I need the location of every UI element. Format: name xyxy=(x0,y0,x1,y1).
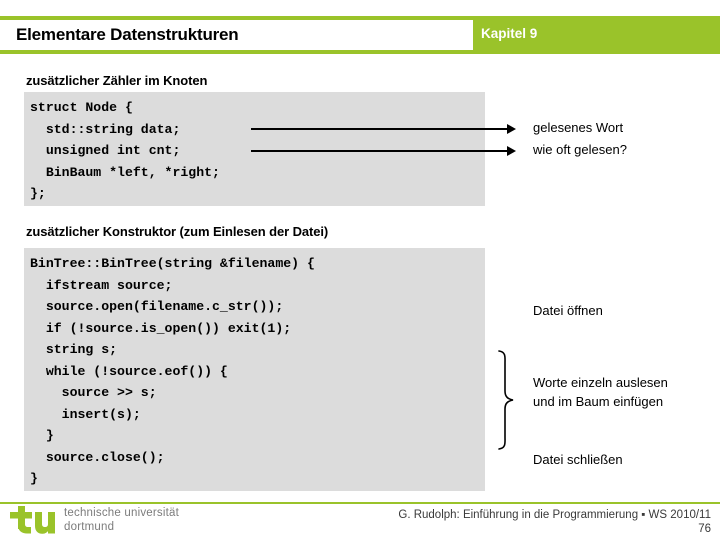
arrow-head-data-icon xyxy=(507,124,516,134)
annotation-datei-oeffnen: Datei öffnen xyxy=(533,303,603,318)
page-number: 76 xyxy=(698,523,711,535)
tu-dortmund-logo: technische universität dortmund xyxy=(8,506,208,536)
section-heading-constructor: zusätzlicher Konstruktor (zum Einlesen d… xyxy=(26,224,329,239)
footer-divider xyxy=(0,502,720,504)
tu-logo-wordmark: technische universität dortmund xyxy=(64,507,179,533)
arrow-head-cnt-icon xyxy=(507,146,516,156)
tu-logo-mark-icon xyxy=(8,506,58,534)
header-title-box: Elementare Datenstrukturen xyxy=(0,20,473,50)
footer-credit-text: G. Rudolph: Einführung in die Programmie… xyxy=(398,509,711,521)
annotation-gelesenes-wort: gelesenes Wort xyxy=(533,120,624,135)
annotation-datei-schliessen: Datei schließen xyxy=(533,452,623,467)
code-block-node-struct: struct Node { std::string data; unsigned… xyxy=(24,92,485,206)
arrow-line-cnt xyxy=(251,150,509,152)
chapter-label: Kapitel 9 xyxy=(481,26,538,41)
code-block-bintree-constructor: BinTree::BinTree(string &filename) { ifs… xyxy=(24,248,485,491)
annotation-worte-einlesen: Worte einzeln auslesen und im Baum einfü… xyxy=(533,375,668,409)
arrow-line-data xyxy=(251,128,509,130)
section-heading-counter: zusätzlicher Zähler im Knoten xyxy=(26,73,208,88)
annotation-wie-oft-gelesen: wie oft gelesen? xyxy=(533,142,627,157)
page-title: Elementare Datenstrukturen xyxy=(16,25,239,44)
curly-brace-icon xyxy=(496,349,520,451)
